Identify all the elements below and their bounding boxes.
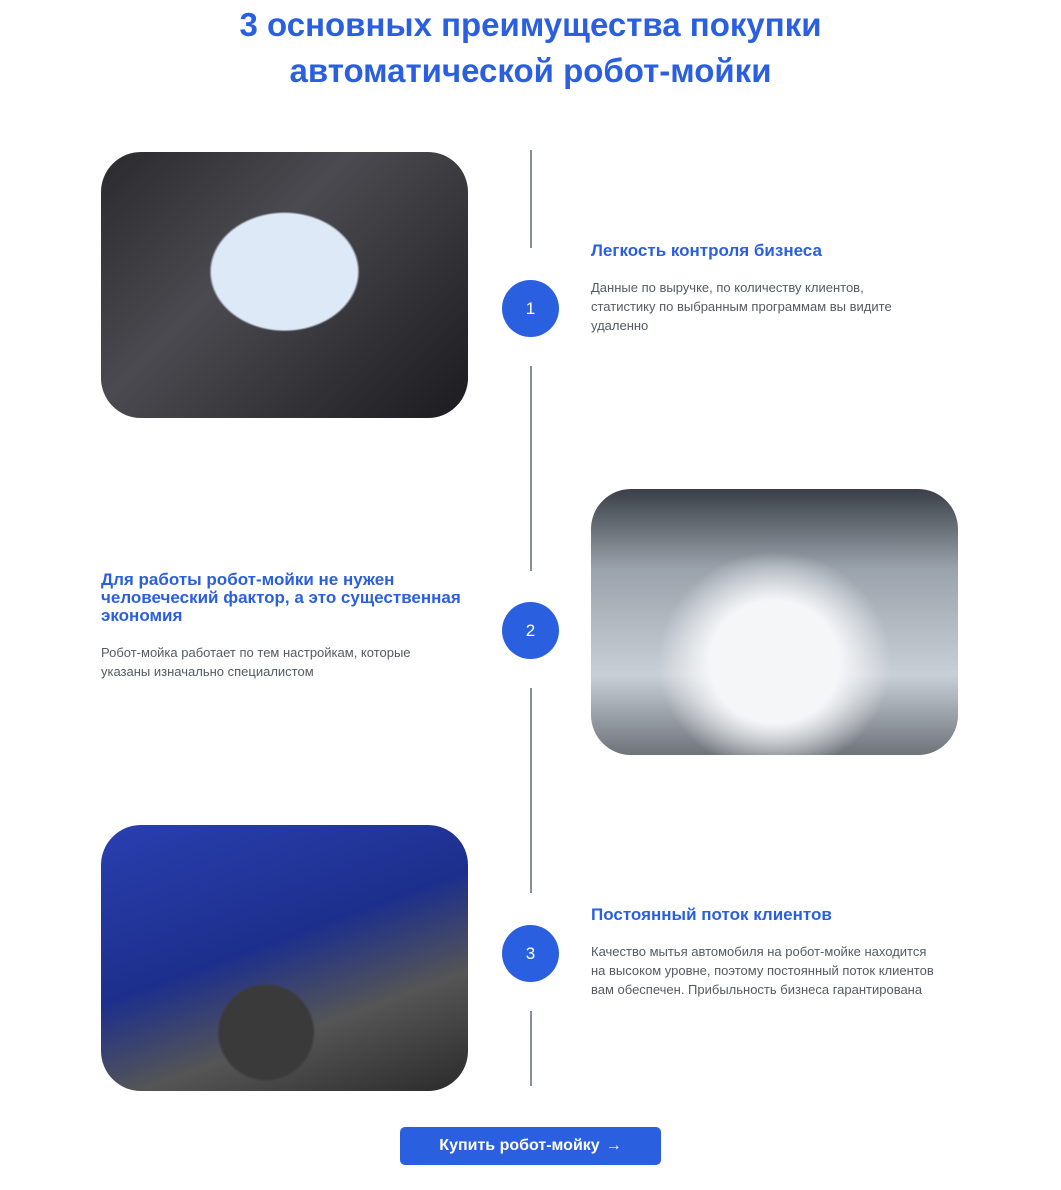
benefits-section: 3 основных преимущества покупки автомати… — [0, 0, 1061, 1190]
benefit-text-3: Качество мытья автомобиля на робот-мойке… — [591, 944, 934, 997]
benefit-heading-1: Легкость контроля бизнеса — [591, 241, 822, 260]
benefit-heading-3: Постоянный поток клиентов — [591, 905, 832, 924]
title-line-1: 3 основных преимущества покупки — [239, 6, 822, 43]
timeline-line — [530, 688, 532, 893]
section-title: 3 основных преимущества покупки автомати… — [0, 2, 1061, 94]
benefit-text-2: Робот-мойка работает по тем настройкам, … — [101, 645, 411, 679]
title-line-2: автоматической робот-мойки — [289, 52, 772, 89]
timeline-line — [530, 1011, 532, 1086]
car-wash-image — [591, 489, 958, 755]
step-number-3: 3 — [502, 925, 559, 982]
step-number-1: 1 — [502, 280, 559, 337]
button-label: Купить робот-мойку — [439, 1137, 600, 1154]
blue-car-image — [101, 825, 468, 1091]
timeline-line — [530, 366, 532, 571]
tablet-image — [101, 152, 468, 418]
buy-robot-wash-button[interactable]: Купить робот-мойку → — [400, 1127, 661, 1165]
benefit-heading-2: Для работы робот-мойки не нужен человече… — [101, 570, 461, 625]
arrow-right-icon: → — [605, 1137, 622, 1154]
timeline-line — [530, 150, 532, 248]
step-number-2: 2 — [502, 602, 559, 659]
benefit-text-1: Данные по выручке, по количеству клиенто… — [591, 280, 892, 333]
